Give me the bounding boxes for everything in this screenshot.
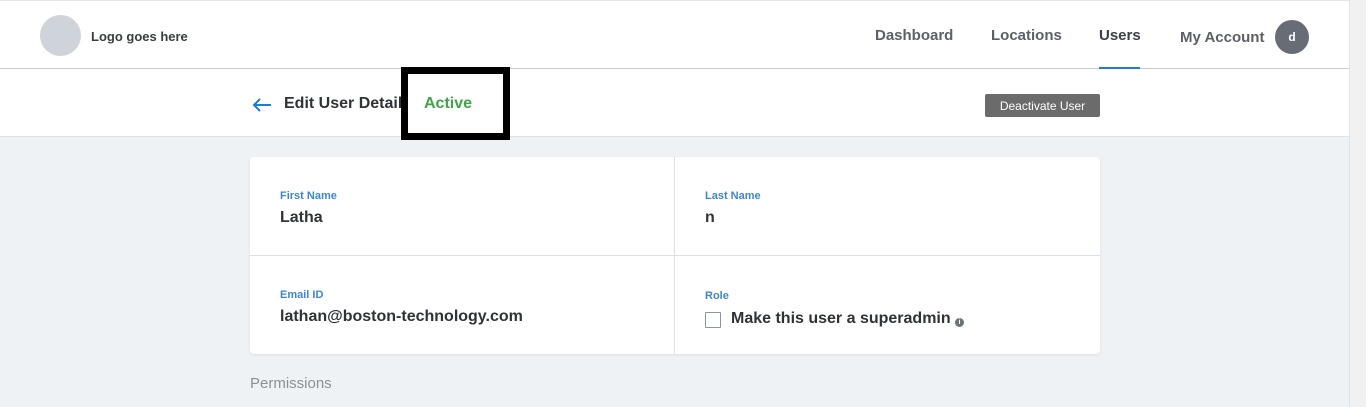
user-details-card: First Name Latha Last Name n Email ID la… xyxy=(250,157,1100,354)
back-arrow-icon[interactable] xyxy=(251,93,273,115)
nav-users[interactable]: Users xyxy=(1099,27,1141,44)
nav-locations[interactable]: Locations xyxy=(991,27,1062,44)
logo-icon[interactable] xyxy=(40,15,81,56)
vertical-scrollbar[interactable] xyxy=(1349,0,1366,407)
first-name-label: First Name xyxy=(280,190,337,202)
nav-dashboard[interactable]: Dashboard xyxy=(875,27,953,44)
role-label: Role xyxy=(705,290,729,302)
top-navbar: Logo goes here Dashboard Locations Users… xyxy=(0,0,1349,70)
superadmin-checkbox[interactable] xyxy=(705,312,721,328)
page-title: Edit User Detail xyxy=(284,95,403,112)
permissions-heading: Permissions xyxy=(250,375,332,392)
nav-my-account[interactable]: My Account xyxy=(1180,29,1264,46)
deactivate-user-button[interactable]: Deactivate User xyxy=(985,94,1100,117)
superadmin-label[interactable]: Make this user a superadmin xyxy=(731,310,951,328)
email-field[interactable]: lathan@boston-technology.com xyxy=(280,308,523,326)
last-name-field[interactable]: n xyxy=(705,209,715,227)
avatar[interactable]: d xyxy=(1275,20,1309,54)
info-icon[interactable]: i xyxy=(955,318,964,327)
last-name-label: Last Name xyxy=(705,190,761,202)
status-badge: Active xyxy=(424,95,473,112)
page-subheader xyxy=(0,69,1349,137)
email-label: Email ID xyxy=(280,289,324,301)
card-horizontal-divider xyxy=(250,255,1100,256)
logo-text[interactable]: Logo goes here xyxy=(91,29,188,44)
first-name-field[interactable]: Latha xyxy=(280,209,323,227)
